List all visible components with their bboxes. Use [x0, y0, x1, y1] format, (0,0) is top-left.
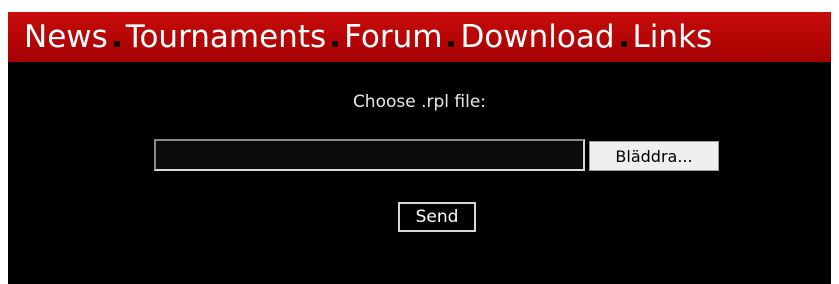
nav-link-links[interactable]: Links	[633, 12, 713, 62]
top-strip	[8, 0, 831, 12]
file-path-input[interactable]	[154, 139, 585, 171]
nav-link-tournaments[interactable]: Tournaments	[126, 12, 326, 62]
nav-separator-bullet	[620, 41, 627, 47]
browse-button[interactable]: Bläddra...	[589, 141, 719, 171]
nav-link-download[interactable]: Download	[460, 12, 614, 62]
send-button[interactable]: Send	[398, 202, 476, 232]
nav-separator-bullet	[448, 41, 455, 47]
nav-separator-bullet	[113, 41, 120, 47]
nav-link-forum[interactable]: Forum	[344, 12, 442, 62]
nav-link-news[interactable]: News	[24, 12, 108, 62]
nav-bar: News Tournaments Forum Download Links	[8, 12, 831, 62]
page-frame: News Tournaments Forum Download Links Ch…	[8, 0, 831, 284]
nav-separator-bullet	[332, 41, 339, 47]
upload-label: Choose .rpl file:	[352, 92, 487, 112]
